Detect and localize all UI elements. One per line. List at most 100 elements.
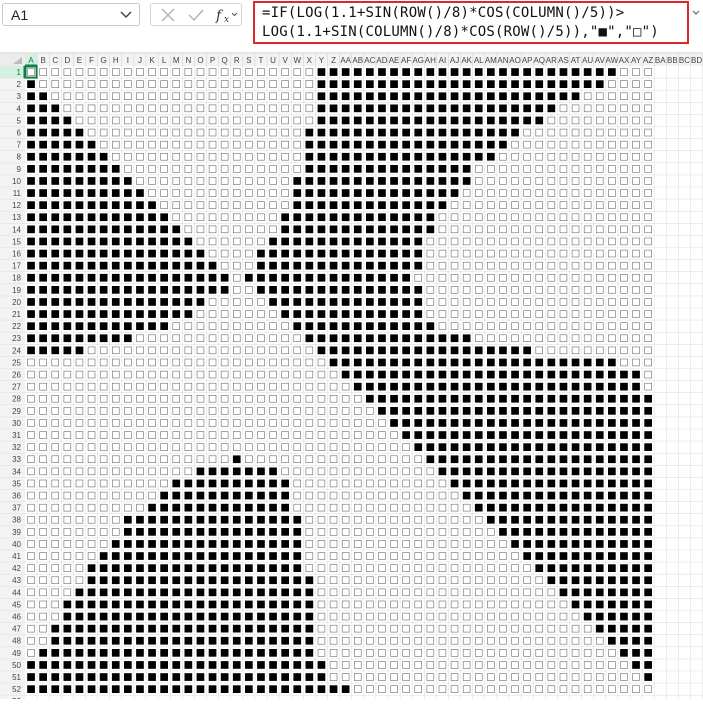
cell-filled-square[interactable] xyxy=(257,467,265,476)
column-header[interactable]: J xyxy=(138,56,142,65)
cell-filled-square[interactable] xyxy=(620,600,628,609)
cell-empty-square[interactable] xyxy=(402,443,410,451)
cell-empty-square[interactable] xyxy=(499,334,507,342)
cell-filled-square[interactable] xyxy=(366,346,374,355)
cell-filled-square[interactable] xyxy=(511,443,519,451)
cell-filled-square[interactable] xyxy=(124,322,132,330)
cell-empty-square[interactable] xyxy=(426,649,435,657)
cell-empty-square[interactable] xyxy=(305,116,314,125)
cell-filled-square[interactable] xyxy=(341,310,350,318)
cell-filled-square[interactable] xyxy=(474,152,483,161)
cell-empty-square[interactable] xyxy=(474,249,483,258)
cell-filled-square[interactable] xyxy=(269,552,277,560)
cell-filled-square[interactable] xyxy=(281,261,289,270)
cell-filled-square[interactable] xyxy=(111,261,120,270)
cell-empty-square[interactable] xyxy=(27,515,35,524)
cell-empty-square[interactable] xyxy=(487,298,495,306)
cell-empty-square[interactable] xyxy=(136,382,144,391)
cell-empty-square[interactable] xyxy=(620,128,628,137)
cell-empty-square[interactable] xyxy=(329,467,338,476)
cell-filled-square[interactable] xyxy=(632,564,640,572)
cell-empty-square[interactable] xyxy=(353,576,362,584)
cell-empty-square[interactable] xyxy=(644,358,652,367)
cell-filled-square[interactable] xyxy=(148,515,156,524)
cell-filled-square[interactable] xyxy=(160,503,168,512)
cell-filled-square[interactable] xyxy=(547,431,556,439)
cell-empty-square[interactable] xyxy=(462,661,471,669)
cell-empty-square[interactable] xyxy=(245,140,253,149)
cell-filled-square[interactable] xyxy=(99,286,108,294)
cell-filled-square[interactable] xyxy=(474,407,483,415)
cell-filled-square[interactable] xyxy=(402,370,410,379)
cell-filled-square[interactable] xyxy=(329,334,338,343)
cell-filled-square[interactable] xyxy=(160,515,168,524)
cell-empty-square[interactable] xyxy=(329,564,338,572)
cell-filled-square[interactable] xyxy=(160,273,168,282)
cell-empty-square[interactable] xyxy=(341,394,350,403)
cell-filled-square[interactable] xyxy=(390,346,398,355)
cell-empty-square[interactable] xyxy=(474,576,483,584)
cell-empty-square[interactable] xyxy=(172,370,181,379)
cell-filled-square[interactable] xyxy=(220,673,229,681)
cell-empty-square[interactable] xyxy=(535,128,543,137)
cell-filled-square[interactable] xyxy=(414,407,423,415)
cell-filled-square[interactable] xyxy=(148,685,156,693)
cell-empty-square[interactable] xyxy=(499,624,507,633)
cell-filled-square[interactable] xyxy=(438,382,447,391)
cell-empty-square[interactable] xyxy=(499,552,507,560)
cell-filled-square[interactable] xyxy=(487,128,495,137)
cell-empty-square[interactable] xyxy=(148,334,156,342)
cell-empty-square[interactable] xyxy=(148,104,156,113)
cell-empty-square[interactable] xyxy=(414,528,422,536)
cell-filled-square[interactable] xyxy=(378,249,386,258)
cell-empty-square[interactable] xyxy=(511,612,519,621)
cell-filled-square[interactable] xyxy=(317,104,326,113)
cell-empty-square[interactable] xyxy=(523,165,531,173)
cell-filled-square[interactable] xyxy=(87,201,96,209)
cell-empty-square[interactable] xyxy=(269,177,277,185)
cell-empty-square[interactable] xyxy=(136,491,144,500)
cell-filled-square[interactable] xyxy=(148,237,156,246)
cell-empty-square[interactable] xyxy=(462,564,471,572)
cell-empty-square[interactable] xyxy=(148,80,156,88)
cell-filled-square[interactable] xyxy=(474,92,483,101)
cell-filled-square[interactable] xyxy=(535,455,544,464)
cell-empty-square[interactable] xyxy=(124,370,132,379)
cell-filled-square[interactable] xyxy=(293,515,302,524)
cell-empty-square[interactable] xyxy=(87,455,96,463)
cell-filled-square[interactable] xyxy=(511,455,519,464)
cell-empty-square[interactable] xyxy=(620,346,628,355)
cell-empty-square[interactable] xyxy=(184,225,193,234)
cell-empty-square[interactable] xyxy=(547,225,556,234)
cell-empty-square[interactable] xyxy=(644,189,652,197)
cell-empty-square[interactable] xyxy=(474,528,483,536)
cell-empty-square[interactable] xyxy=(293,92,301,100)
cell-filled-square[interactable] xyxy=(571,479,580,488)
cell-empty-square[interactable] xyxy=(341,552,350,560)
cell-empty-square[interactable] xyxy=(402,624,410,633)
cell-empty-square[interactable] xyxy=(75,382,84,391)
cell-empty-square[interactable] xyxy=(523,274,531,282)
cell-filled-square[interactable] xyxy=(571,503,580,512)
cell-filled-square[interactable] xyxy=(583,443,592,451)
cell-filled-square[interactable] xyxy=(148,624,156,633)
cell-empty-square[interactable] xyxy=(450,661,459,669)
cell-empty-square[interactable] xyxy=(402,515,410,524)
cell-empty-square[interactable] xyxy=(450,576,459,584)
cell-empty-square[interactable] xyxy=(366,515,374,524)
cell-empty-square[interactable] xyxy=(87,370,96,379)
cell-empty-square[interactable] xyxy=(547,624,556,633)
cell-filled-square[interactable] xyxy=(257,479,265,488)
cell-empty-square[interactable] xyxy=(27,358,35,367)
cell-filled-square[interactable] xyxy=(184,249,193,258)
cell-empty-square[interactable] xyxy=(184,455,193,463)
cell-filled-square[interactable] xyxy=(426,370,435,379)
cell-empty-square[interactable] xyxy=(595,104,604,113)
cell-empty-square[interactable] xyxy=(571,189,580,197)
cell-empty-square[interactable] xyxy=(559,189,568,197)
cell-empty-square[interactable] xyxy=(124,443,132,451)
cell-filled-square[interactable] xyxy=(75,273,84,282)
cell-filled-square[interactable] xyxy=(281,249,289,258)
cell-filled-square[interactable] xyxy=(426,322,435,330)
cell-empty-square[interactable] xyxy=(499,685,507,693)
